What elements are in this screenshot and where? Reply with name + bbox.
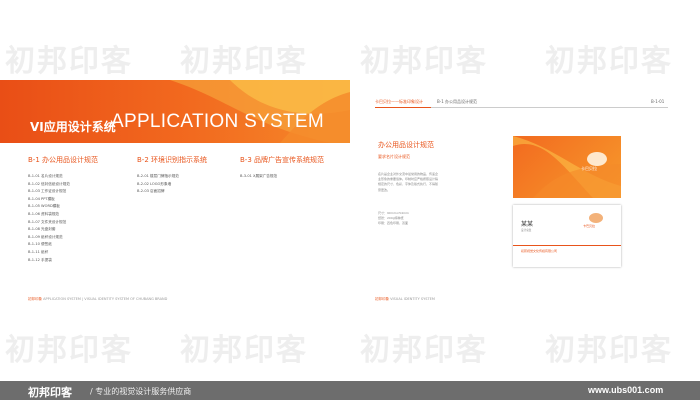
- watermark: 初邦印客: [180, 333, 308, 368]
- page-title: 办公用品设计规范: [378, 141, 434, 149]
- bottom-bar: 初邦印客 / 专业的视觉设计服务供应商 www.ubs001.com: [0, 381, 700, 400]
- watermark: 初邦印客: [545, 44, 673, 79]
- section-heading: B-2 环境识别指示系统: [137, 156, 208, 164]
- watermark: 初邦印客: [5, 44, 133, 79]
- card-logo: 卡巴贝拉: [581, 166, 597, 171]
- site-slogan: / 专业的视觉设计服务供应商: [90, 387, 192, 396]
- list-item: B-3-01 X展架广告规范: [240, 174, 278, 178]
- section-brand-advertising: B-3 品牌广告宣传系统规范 B-3-01 X展架广告规范: [240, 155, 324, 181]
- list-item: B-1-04 PPT模板: [28, 196, 55, 201]
- banner-title-en: APPLICATION SYSTEM: [111, 111, 325, 132]
- spec-list: 尺寸：90mm×54mm 纸张：200g特种纸 印刷：四色印刷，双面: [378, 211, 409, 227]
- site-url[interactable]: www.ubs001.com: [588, 385, 663, 395]
- list-item: B-1-06 资料袋规范: [28, 211, 60, 216]
- watermark: 初邦印客: [360, 333, 488, 368]
- right-top-section: B-1 办公用品设计规范: [437, 99, 478, 104]
- left-footer: 初邦印象 APPLICATION SYSTEM | VISUAL IDENTIT…: [28, 297, 167, 302]
- list-item: B-2-02 LOGO形象墙: [137, 181, 172, 186]
- business-card-back: 卡巴贝拉 某某 设计总监 初邦视觉文化传媒有限公司: [513, 205, 621, 267]
- watermark: 初邦印客: [545, 333, 673, 368]
- banner-title-cn: VI应用设计系统: [30, 120, 116, 134]
- card-divider: [513, 245, 621, 246]
- section-heading: B-3 品牌广告宣传系统规范: [240, 156, 325, 164]
- footer-brand: 初邦印象: [28, 297, 42, 301]
- card-name: 某某: [521, 221, 534, 228]
- page-subtitle: 要求名片设计规范: [378, 154, 410, 159]
- right-footer: 初邦印象 VISUAL IDENTITY SYSTEM: [375, 297, 435, 302]
- watermark: 初邦印客: [360, 44, 488, 79]
- logo-icon: [587, 152, 607, 166]
- spec-line: 印刷：四色印刷，双面: [378, 221, 409, 226]
- section-environment-signage: B-2 环境识别指示系统 B-2-01 楼层门牌指示规范 B-2-02 LOGO…: [137, 155, 207, 196]
- logo-icon: [589, 213, 603, 223]
- body-text: 名片是企业对外交流中最常用的物品，传递企业形象的重要载体。印制时应严格按照设计稿…: [378, 172, 439, 192]
- list-item: B-1-11 纸杯: [28, 249, 49, 254]
- list-item: B-1-09 纸杯设计规范: [28, 234, 63, 239]
- business-card-front: 卡巴贝拉: [513, 136, 621, 198]
- watermark: 初邦印客: [5, 333, 133, 368]
- application-system-banner: VI应用设计系统 APPLICATION SYSTEM: [0, 80, 350, 143]
- page-number: B-1-01: [651, 99, 665, 104]
- list-item: B-1-10 便签纸: [28, 242, 52, 247]
- right-top-brand: 卡巴贝拉——标准印象设计: [375, 99, 423, 104]
- ribbon-graphic: [513, 136, 621, 198]
- site-logo: 初邦印客: [28, 386, 72, 399]
- card-company: 初邦视觉文化传媒有限公司: [521, 249, 558, 253]
- list-item: B-1-05 WORD模板: [28, 204, 60, 209]
- footer-text: APPLICATION SYSTEM | VISUAL IDENTITY SYS…: [43, 297, 168, 301]
- list-item: B-1-12 手提袋: [28, 257, 52, 262]
- list-item: B-1-07 文件夹设计规范: [28, 219, 67, 224]
- footer-text: VISUAL IDENTITY SYSTEM: [390, 297, 435, 301]
- list-item: B-2-01 楼层门牌指示规范: [137, 174, 179, 178]
- list-item: B-1-01 名片设计规范: [28, 174, 63, 178]
- card-logo: 卡巴贝拉: [583, 224, 596, 228]
- watermark: 初邦印客: [180, 44, 308, 79]
- list-item: B-1-03 工作证设计规范: [28, 189, 67, 194]
- section-heading: B-1 办公用品设计规范: [28, 156, 99, 164]
- divider-accent: [375, 107, 431, 108]
- section-office-supplies: B-1 办公用品设计规范 B-1-01 名片设计规范 B-1-02 信封信纸设计…: [28, 155, 98, 264]
- list-item: B-1-02 信封信纸设计规范: [28, 181, 70, 186]
- card-job-title: 设计总监: [521, 229, 532, 232]
- list-item: B-1-08 光盘封套: [28, 227, 56, 232]
- footer-brand: 初邦印象: [375, 297, 389, 301]
- list-item: B-2-03 店面招牌: [137, 189, 165, 194]
